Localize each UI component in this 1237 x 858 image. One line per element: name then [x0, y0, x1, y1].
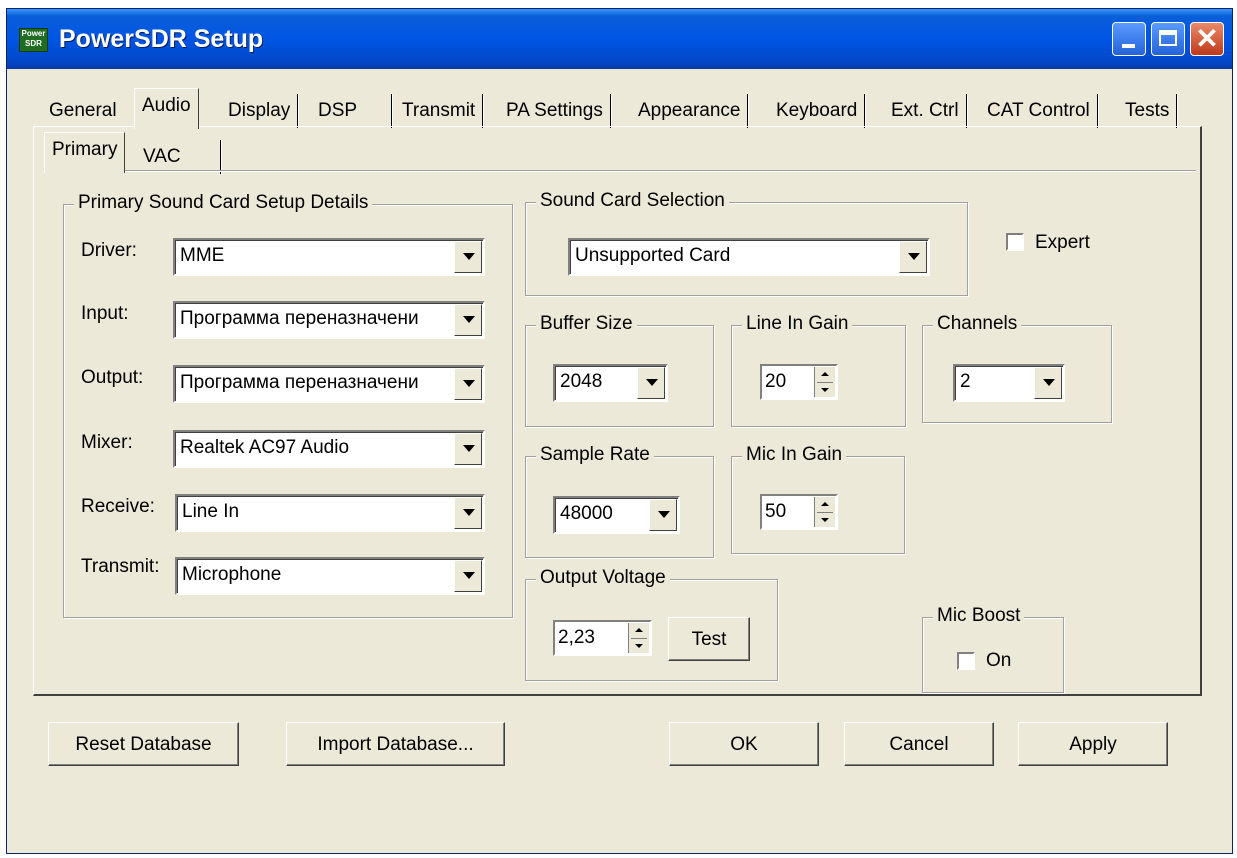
receive-value: Line In	[182, 501, 240, 522]
mic-boost-checkbox[interactable]	[957, 652, 975, 670]
title-bar[interactable]: Power SDR PowerSDR Setup ✕	[7, 9, 1232, 69]
tab-dsp[interactable]: DSP	[311, 94, 392, 128]
receive-label: Receive:	[81, 496, 155, 517]
driver-select[interactable]: MME	[173, 238, 485, 276]
reset-database-button[interactable]: Reset Database	[48, 722, 239, 766]
tab-primary[interactable]: Primary	[44, 132, 126, 173]
mixer-value: Realtek AC97 Audio	[180, 437, 350, 458]
channels-select[interactable]: 2	[953, 364, 1065, 402]
tab-pa-settings[interactable]: PA Settings	[499, 94, 611, 128]
expert-checkbox[interactable]	[1006, 233, 1024, 251]
transmit-select[interactable]: Microphone	[175, 557, 485, 595]
mic-in-gain-value: 50	[765, 501, 787, 522]
channels-title: Channels	[933, 313, 1022, 335]
ok-button[interactable]: OK	[669, 722, 819, 766]
buffer-size-title: Buffer Size	[536, 313, 637, 335]
mic-in-gain-spinner[interactable]: 50	[760, 494, 838, 530]
minimize-button[interactable]	[1112, 22, 1146, 56]
chevron-down-icon[interactable]	[899, 241, 927, 273]
spinner-divider	[817, 382, 833, 383]
receive-select[interactable]: Line In	[175, 494, 485, 532]
chevron-down-icon[interactable]	[454, 368, 482, 400]
mic-boost-title: Mic Boost	[933, 605, 1025, 627]
chevron-down-icon[interactable]	[649, 499, 677, 531]
output-voltage-spinner[interactable]: 2,23	[553, 620, 652, 656]
cancel-button[interactable]: Cancel	[844, 722, 994, 766]
spinner-divider	[817, 512, 833, 513]
input-select[interactable]: Программа переназначени	[173, 301, 485, 339]
import-database-button[interactable]: Import Database...	[286, 722, 505, 766]
tab-cat-control[interactable]: CAT Control	[980, 94, 1098, 128]
primary-group-title: Primary Sound Card Setup Details	[74, 192, 373, 214]
apply-button[interactable]: Apply	[1018, 722, 1168, 766]
inner-tab-line	[44, 170, 1196, 172]
transmit-label: Transmit:	[81, 556, 160, 577]
driver-value: MME	[180, 245, 225, 266]
tab-audio[interactable]: Audio	[134, 88, 199, 129]
tab-general[interactable]: General	[42, 94, 124, 128]
tab-keyboard[interactable]: Keyboard	[769, 94, 866, 128]
sound-card-select[interactable]: Unsupported Card	[568, 238, 930, 276]
mixer-select[interactable]: Realtek AC97 Audio	[173, 430, 485, 468]
close-button[interactable]: ✕	[1190, 22, 1224, 56]
minimize-icon	[1122, 44, 1135, 48]
tab-transmit[interactable]: Transmit	[395, 94, 484, 128]
sample-rate-select[interactable]: 48000	[553, 496, 680, 534]
mic-in-gain-title: Mic In Gain	[742, 444, 847, 466]
output-voltage-title: Output Voltage	[536, 567, 670, 589]
line-in-gain-title: Line In Gain	[742, 313, 853, 335]
buffer-size-value: 2048	[560, 371, 603, 392]
app-icon: Power SDR	[19, 28, 48, 52]
spinner-divider	[631, 638, 647, 639]
output-label: Output:	[81, 367, 144, 388]
chevron-down-icon[interactable]	[637, 367, 665, 399]
tab-tests[interactable]: Tests	[1118, 94, 1178, 128]
spinner-buttons[interactable]	[814, 367, 835, 397]
chevron-down-icon[interactable]	[454, 560, 482, 592]
sound-card-value: Unsupported Card	[575, 245, 731, 266]
sound-card-selection-title: Sound Card Selection	[536, 190, 729, 212]
mixer-label: Mixer:	[81, 432, 133, 453]
chevron-down-icon[interactable]	[454, 497, 482, 529]
tab-ext-ctrl[interactable]: Ext. Ctrl	[884, 94, 967, 128]
input-label: Input:	[81, 303, 129, 324]
spinner-buttons[interactable]	[814, 497, 835, 527]
chevron-down-icon[interactable]	[454, 433, 482, 465]
transmit-value: Microphone	[182, 564, 282, 585]
sample-rate-title: Sample Rate	[536, 444, 654, 466]
spinner-buttons[interactable]	[628, 623, 649, 653]
line-in-gain-spinner[interactable]: 20	[760, 364, 838, 400]
expert-label: Expert	[1035, 232, 1090, 253]
driver-label: Driver:	[81, 240, 137, 261]
sample-rate-value: 48000	[560, 503, 613, 524]
buffer-size-select[interactable]: 2048	[553, 364, 668, 402]
chevron-down-icon[interactable]	[454, 304, 482, 336]
maximize-button[interactable]	[1151, 22, 1185, 56]
line-in-gain-value: 20	[765, 371, 787, 392]
output-value: Программа переназначени	[180, 372, 419, 393]
tab-vac[interactable]: VAC	[136, 140, 221, 174]
tab-display[interactable]: Display	[221, 94, 299, 128]
output-voltage-value: 2,23	[558, 627, 595, 648]
mic-boost-label: On	[986, 650, 1012, 671]
maximize-icon	[1159, 30, 1177, 46]
channels-value: 2	[960, 371, 971, 392]
test-button[interactable]: Test	[668, 617, 750, 661]
tab-appearance[interactable]: Appearance	[631, 94, 749, 128]
output-select[interactable]: Программа переназначени	[173, 365, 485, 403]
input-value: Программа переназначени	[180, 308, 419, 329]
chevron-down-icon[interactable]	[1034, 367, 1062, 399]
window-title: PowerSDR Setup	[59, 25, 264, 53]
close-icon: ✕	[1195, 23, 1219, 54]
chevron-down-icon[interactable]	[454, 241, 482, 273]
